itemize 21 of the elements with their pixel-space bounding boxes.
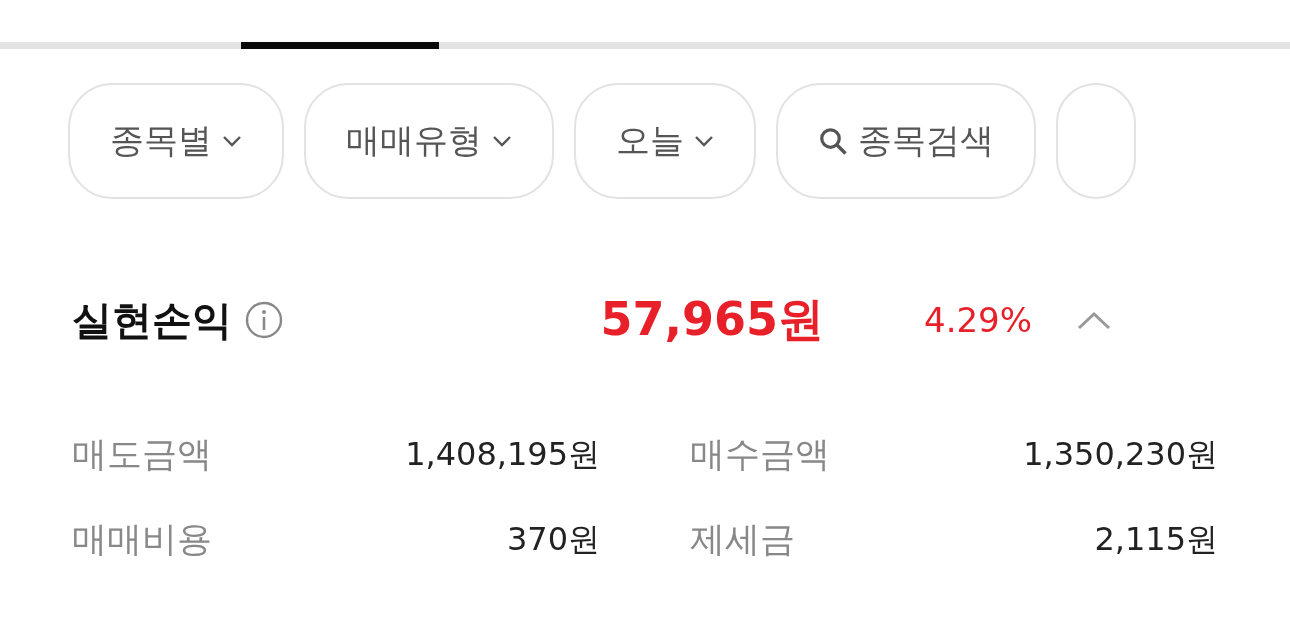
detail-value: 370원: [506, 518, 600, 560]
filter-dropdown[interactable]: 종목별: [68, 83, 284, 199]
profit-amount: 57,965원: [599, 291, 824, 348]
info-icon[interactable]: [244, 300, 284, 340]
detail-value: 2,115원: [1094, 518, 1218, 560]
detail-label: 매도금액: [72, 433, 212, 476]
section-title: 실현손익: [72, 295, 232, 345]
detail-label: 제세금: [690, 518, 795, 561]
filter-dropdown[interactable]: 매매유형: [304, 83, 554, 199]
search-icon: [818, 126, 848, 156]
profit-rate: 4.29%: [924, 300, 1032, 340]
chevron-down-icon: [222, 135, 242, 147]
search-button[interactable]: 종목검색: [776, 83, 1036, 199]
detail-label: 매수금액: [690, 433, 830, 476]
detail-value: 1,350,230원: [1023, 433, 1218, 475]
detail-label: 매매비용: [72, 518, 212, 561]
chevron-up-icon[interactable]: [1076, 310, 1112, 330]
chevron-down-icon: [492, 135, 512, 147]
filter-dropdown[interactable]: 오늘: [574, 83, 756, 199]
chevron-down-icon: [694, 135, 714, 147]
detail-value: 1,408,195원: [405, 433, 600, 475]
